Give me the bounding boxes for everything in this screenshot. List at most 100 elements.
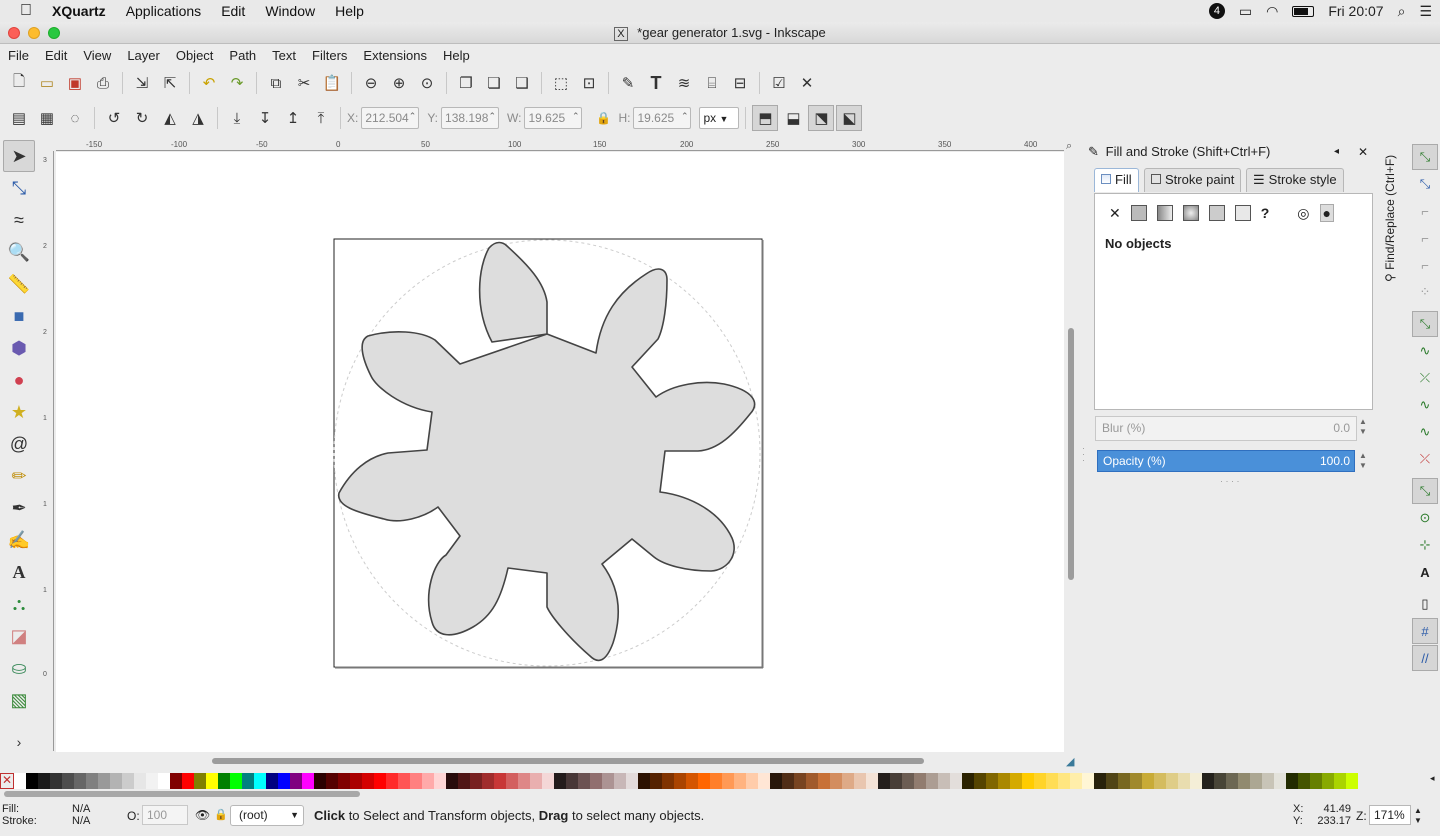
apple-icon[interactable]:  xyxy=(0,2,42,20)
gradient-tool-icon[interactable]: ▧ xyxy=(3,684,35,716)
color-swatch[interactable] xyxy=(386,773,398,789)
color-swatch[interactable] xyxy=(698,773,710,789)
dialog-resize-grip[interactable]: · · · · xyxy=(1220,476,1240,486)
battery-icon[interactable] xyxy=(1292,5,1315,17)
mesh-gradient-icon[interactable] xyxy=(1208,205,1225,221)
unlink-clone-icon[interactable]: ❑ xyxy=(509,70,535,96)
scale-corners-icon[interactable]: ⬓ xyxy=(780,105,806,131)
fill-stroke-icon[interactable]: ✎ xyxy=(615,70,641,96)
snap-cusp-nodes-icon[interactable]: ∿ xyxy=(1412,392,1438,418)
ellipse-tool-icon[interactable]: ● xyxy=(3,364,35,396)
drawing-canvas[interactable] xyxy=(56,152,1064,752)
save-document-icon[interactable]: ▣ xyxy=(62,70,88,96)
snap-line-midpoint-icon[interactable]: ⤫ xyxy=(1412,446,1438,472)
color-swatch[interactable] xyxy=(434,773,446,789)
opacity-input[interactable]: 100 xyxy=(142,805,188,825)
color-swatch[interactable] xyxy=(1190,773,1202,789)
preferences-icon[interactable]: ✕ xyxy=(794,70,820,96)
calligraphy-tool-icon[interactable]: ✍ xyxy=(3,524,35,556)
menu-path[interactable]: Path xyxy=(221,48,264,63)
scale-stroke-icon[interactable]: ⬒ xyxy=(752,105,779,131)
snap-text-baseline-icon[interactable]: A xyxy=(1412,559,1438,585)
color-swatch[interactable] xyxy=(722,773,734,789)
print-icon[interactable]: ⎙ xyxy=(90,70,116,96)
color-swatch[interactable] xyxy=(1166,773,1178,789)
color-swatch[interactable] xyxy=(1202,773,1214,789)
rotate-ccw-icon[interactable]: ↺ xyxy=(101,105,127,131)
text-font-icon[interactable]: T xyxy=(643,70,669,96)
color-swatch[interactable] xyxy=(1226,773,1238,789)
color-swatch[interactable] xyxy=(602,773,614,789)
deselect-icon[interactable]: ◌ xyxy=(62,105,88,131)
color-swatch[interactable] xyxy=(1238,773,1250,789)
zoom-window-button[interactable] xyxy=(48,27,60,39)
select-all-layers-icon[interactable]: ▦ xyxy=(34,105,60,131)
zoom-selection-icon[interactable]: ⊖ xyxy=(358,70,384,96)
menu-view[interactable]: View xyxy=(75,48,119,63)
mac-app-name[interactable]: XQuartz xyxy=(42,3,116,19)
collapse-dialog-icon[interactable]: ◂ xyxy=(1334,142,1339,162)
color-swatch[interactable] xyxy=(362,773,374,789)
color-swatch[interactable] xyxy=(614,773,626,789)
palette-scrollbar[interactable] xyxy=(4,791,1440,797)
snap-others-icon[interactable]: ⤡ xyxy=(1412,478,1438,504)
mac-menu-applications[interactable]: Applications xyxy=(116,3,212,19)
close-dialog-icon[interactable]: ✕ xyxy=(1358,142,1368,162)
horizontal-scroll-thumb[interactable] xyxy=(212,758,924,764)
x-input[interactable]: 212.504 xyxy=(361,106,420,129)
snap-bbox-edge-icon[interactable]: ⌐ xyxy=(1412,198,1438,224)
unit-select[interactable]: px ▼ xyxy=(699,107,740,129)
color-swatch[interactable] xyxy=(410,773,422,789)
radial-gradient-icon[interactable] xyxy=(1182,205,1199,221)
menu-edit[interactable]: Edit xyxy=(37,48,75,63)
raise-top-icon[interactable]: ⤒ xyxy=(308,105,334,131)
dock-handle[interactable]: · · · xyxy=(1082,444,1085,465)
color-swatch[interactable] xyxy=(158,773,170,789)
measure-tool-icon[interactable]: 📏 xyxy=(3,268,35,300)
color-swatch[interactable] xyxy=(470,773,482,789)
snap-page-border-icon[interactable]: ▯ xyxy=(1412,591,1438,617)
color-swatch[interactable] xyxy=(242,773,254,789)
raise-icon[interactable]: ↥ xyxy=(280,105,306,131)
color-swatch[interactable] xyxy=(338,773,350,789)
color-swatch[interactable] xyxy=(986,773,998,789)
selector-tool-icon[interactable]: ➤ xyxy=(3,140,35,172)
close-window-button[interactable] xyxy=(8,27,20,39)
color-swatch[interactable] xyxy=(926,773,938,789)
linear-gradient-icon[interactable] xyxy=(1156,205,1173,221)
copy-icon[interactable]: ⧉ xyxy=(263,70,289,96)
layers-icon[interactable]: ≋ xyxy=(671,70,697,96)
color-swatch[interactable] xyxy=(1106,773,1118,789)
menu-filters[interactable]: Filters xyxy=(304,48,355,63)
color-swatch[interactable] xyxy=(482,773,494,789)
color-swatch[interactable] xyxy=(1046,773,1058,789)
menu-help[interactable]: Help xyxy=(435,48,478,63)
color-swatch[interactable] xyxy=(182,773,194,789)
color-swatch[interactable] xyxy=(998,773,1010,789)
color-swatch[interactable] xyxy=(290,773,302,789)
zoom-drawing-icon[interactable]: ⊕ xyxy=(386,70,412,96)
height-input[interactable]: 19.625 xyxy=(633,106,692,129)
more-tools-chevron-icon[interactable]: › xyxy=(3,726,35,758)
y-input[interactable]: 138.198 xyxy=(441,106,500,129)
eraser-tool-icon[interactable]: ◪ xyxy=(3,620,35,652)
color-swatch[interactable] xyxy=(50,773,62,789)
color-swatch[interactable] xyxy=(902,773,914,789)
color-swatch[interactable] xyxy=(638,773,650,789)
color-swatch[interactable] xyxy=(302,773,314,789)
color-swatch[interactable] xyxy=(350,773,362,789)
snap-grid-icon[interactable]: # xyxy=(1412,618,1438,644)
color-swatch[interactable] xyxy=(626,773,638,789)
mac-menu-edit[interactable]: Edit xyxy=(211,3,255,19)
pen-tool-icon[interactable]: ✒ xyxy=(3,492,35,524)
color-swatch[interactable] xyxy=(494,773,506,789)
tab-stroke-style[interactable]: ☰ Stroke style xyxy=(1246,168,1344,192)
palette-menu-icon[interactable]: ◂ xyxy=(1430,773,1435,784)
tab-stroke-paint[interactable]: Stroke paint xyxy=(1144,168,1242,192)
color-swatch[interactable] xyxy=(1058,773,1070,789)
color-swatch[interactable] xyxy=(770,773,782,789)
flat-color-icon[interactable] xyxy=(1130,205,1147,221)
color-swatch[interactable] xyxy=(98,773,110,789)
color-swatch[interactable] xyxy=(1082,773,1094,789)
color-swatch[interactable] xyxy=(170,773,182,789)
